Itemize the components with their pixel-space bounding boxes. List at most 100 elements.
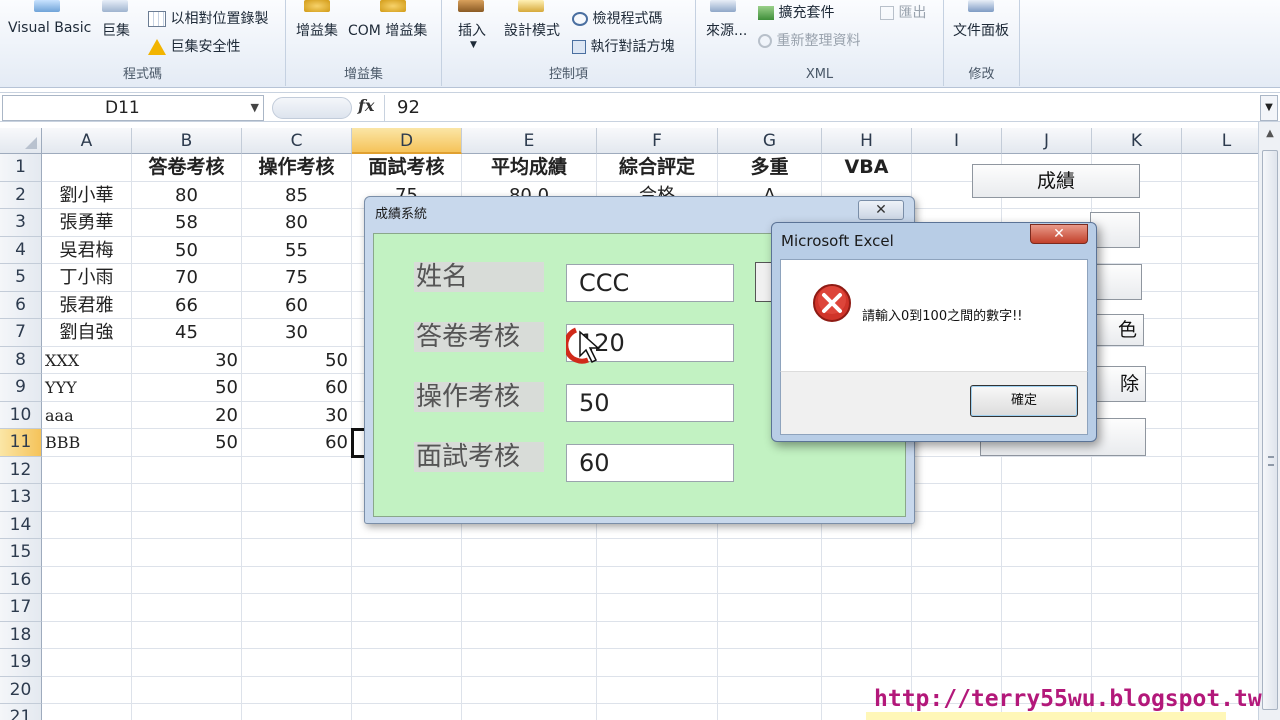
- score-c-cell[interactable]: 75: [242, 264, 352, 292]
- extra-name-cell[interactable]: aaa: [42, 401, 132, 429]
- insert-button[interactable]: 插入: [458, 20, 486, 40]
- cell-d17[interactable]: [352, 594, 462, 622]
- expansion-packs-button[interactable]: 擴充套件: [758, 2, 834, 22]
- cell-l18[interactable]: [1182, 622, 1258, 649]
- cell-i15[interactable]: [912, 539, 1002, 567]
- row-header-12[interactable]: 12: [0, 456, 42, 484]
- extra-name-cell[interactable]: XXX: [42, 346, 132, 374]
- grade-button[interactable]: 成績: [972, 164, 1140, 198]
- cell-h19[interactable]: [822, 649, 912, 677]
- column-header-a[interactable]: A: [42, 128, 132, 154]
- cell-l5[interactable]: [1182, 264, 1258, 292]
- cell-k13[interactable]: [1092, 484, 1182, 512]
- cell-f17[interactable]: [597, 594, 718, 622]
- name-cell[interactable]: 劉小華: [42, 181, 132, 209]
- cell-i18[interactable]: [912, 621, 1002, 649]
- cell-e21[interactable]: [462, 704, 597, 720]
- sheet-button-2[interactable]: [1090, 212, 1140, 248]
- input-operation-score[interactable]: 50: [566, 384, 734, 422]
- cell-b15[interactable]: [132, 539, 242, 567]
- input-interview-score[interactable]: 60: [566, 444, 734, 482]
- extra-b-cell[interactable]: 50: [132, 374, 242, 402]
- cell-a15[interactable]: [42, 539, 132, 567]
- row-header-5[interactable]: 5: [0, 264, 42, 292]
- name-cell[interactable]: 丁小雨: [42, 264, 132, 292]
- cell-k17[interactable]: [1092, 594, 1182, 622]
- cell-k19[interactable]: [1092, 649, 1182, 677]
- cell-g21[interactable]: [718, 704, 822, 720]
- cell-l4[interactable]: [1182, 237, 1258, 264]
- cell-l16[interactable]: [1182, 567, 1258, 594]
- cell-l19[interactable]: [1182, 649, 1258, 677]
- cell-b14[interactable]: [132, 511, 242, 539]
- cell-a21[interactable]: [42, 704, 132, 720]
- score-c-cell[interactable]: 60: [242, 291, 352, 319]
- cell-h17[interactable]: [822, 594, 912, 622]
- cell-a18[interactable]: [42, 621, 132, 649]
- column-header-k[interactable]: K: [1092, 128, 1182, 154]
- cell-a20[interactable]: [42, 676, 132, 704]
- cell-a12[interactable]: [42, 456, 132, 484]
- cell-i17[interactable]: [912, 594, 1002, 622]
- cell-l13[interactable]: [1182, 484, 1258, 512]
- addins-button[interactable]: 增益集: [296, 20, 338, 40]
- cell-l10[interactable]: [1182, 402, 1258, 429]
- row-header-3[interactable]: 3: [0, 209, 42, 237]
- userform-close-button[interactable]: ✕: [858, 200, 904, 220]
- cell-d19[interactable]: [352, 649, 462, 677]
- name-cell[interactable]: 劉自強: [42, 319, 132, 347]
- run-dialog-button[interactable]: 執行對話方塊: [572, 36, 674, 56]
- cell-l11[interactable]: [1182, 429, 1258, 457]
- cell-j16[interactable]: [1002, 566, 1092, 594]
- cell-c17[interactable]: [242, 594, 352, 622]
- name-cell[interactable]: 張君雅: [42, 291, 132, 319]
- row-header-6[interactable]: 6: [0, 291, 42, 319]
- cell-a17[interactable]: [42, 594, 132, 622]
- cell-h18[interactable]: [822, 621, 912, 649]
- cell-f18[interactable]: [597, 621, 718, 649]
- cell-j15[interactable]: [1002, 539, 1092, 567]
- cell-e18[interactable]: [462, 621, 597, 649]
- cell-k14[interactable]: [1092, 511, 1182, 539]
- row-header-10[interactable]: 10: [0, 401, 42, 429]
- cell-a14[interactable]: [42, 511, 132, 539]
- row-header-19[interactable]: 19: [0, 649, 42, 677]
- row-header-9[interactable]: 9: [0, 374, 42, 402]
- row-header-16[interactable]: 16: [0, 566, 42, 594]
- ok-button[interactable]: 確定: [970, 385, 1078, 417]
- cell-e15[interactable]: [462, 539, 597, 567]
- cell-b18[interactable]: [132, 621, 242, 649]
- cell-g18[interactable]: [718, 621, 822, 649]
- score-c-cell[interactable]: 30: [242, 319, 352, 347]
- record-relative-button[interactable]: 以相對位置錄製: [148, 8, 268, 28]
- source-button[interactable]: 來源...: [706, 20, 747, 40]
- cell-d20[interactable]: [352, 676, 462, 704]
- cell-b12[interactable]: [132, 456, 242, 484]
- cell-i12[interactable]: [912, 456, 1002, 484]
- cell-e17[interactable]: [462, 594, 597, 622]
- scroll-up-icon[interactable]: ▲: [1263, 128, 1277, 142]
- column-header-d[interactable]: D: [352, 128, 462, 154]
- insert-function-icon[interactable]: fx: [358, 96, 374, 115]
- cell-g20[interactable]: [718, 676, 822, 704]
- column-header-h[interactable]: H: [822, 128, 912, 154]
- score-b-cell[interactable]: 70: [132, 264, 242, 292]
- score-b-cell[interactable]: 50: [132, 236, 242, 264]
- column-header-g[interactable]: G: [718, 128, 822, 154]
- cell-f15[interactable]: [597, 539, 718, 567]
- column-header-b[interactable]: B: [132, 128, 242, 154]
- cell-l17[interactable]: [1182, 594, 1258, 622]
- score-c-cell[interactable]: 55: [242, 236, 352, 264]
- header-cell-e1[interactable]: 平均成績: [462, 154, 597, 182]
- vertical-scrollbar[interactable]: ▲: [1258, 122, 1280, 720]
- cell-e19[interactable]: [462, 649, 597, 677]
- score-b-cell[interactable]: 58: [132, 209, 242, 237]
- row-header-14[interactable]: 14: [0, 511, 42, 539]
- cell-k18[interactable]: [1092, 621, 1182, 649]
- visual-basic-button[interactable]: Visual Basic: [8, 20, 91, 36]
- score-c-cell[interactable]: 85: [242, 181, 352, 209]
- cell-c16[interactable]: [242, 566, 352, 594]
- row-header-20[interactable]: 20: [0, 676, 42, 704]
- header-cell-c1[interactable]: 操作考核: [242, 154, 352, 182]
- row-header-7[interactable]: 7: [0, 319, 42, 347]
